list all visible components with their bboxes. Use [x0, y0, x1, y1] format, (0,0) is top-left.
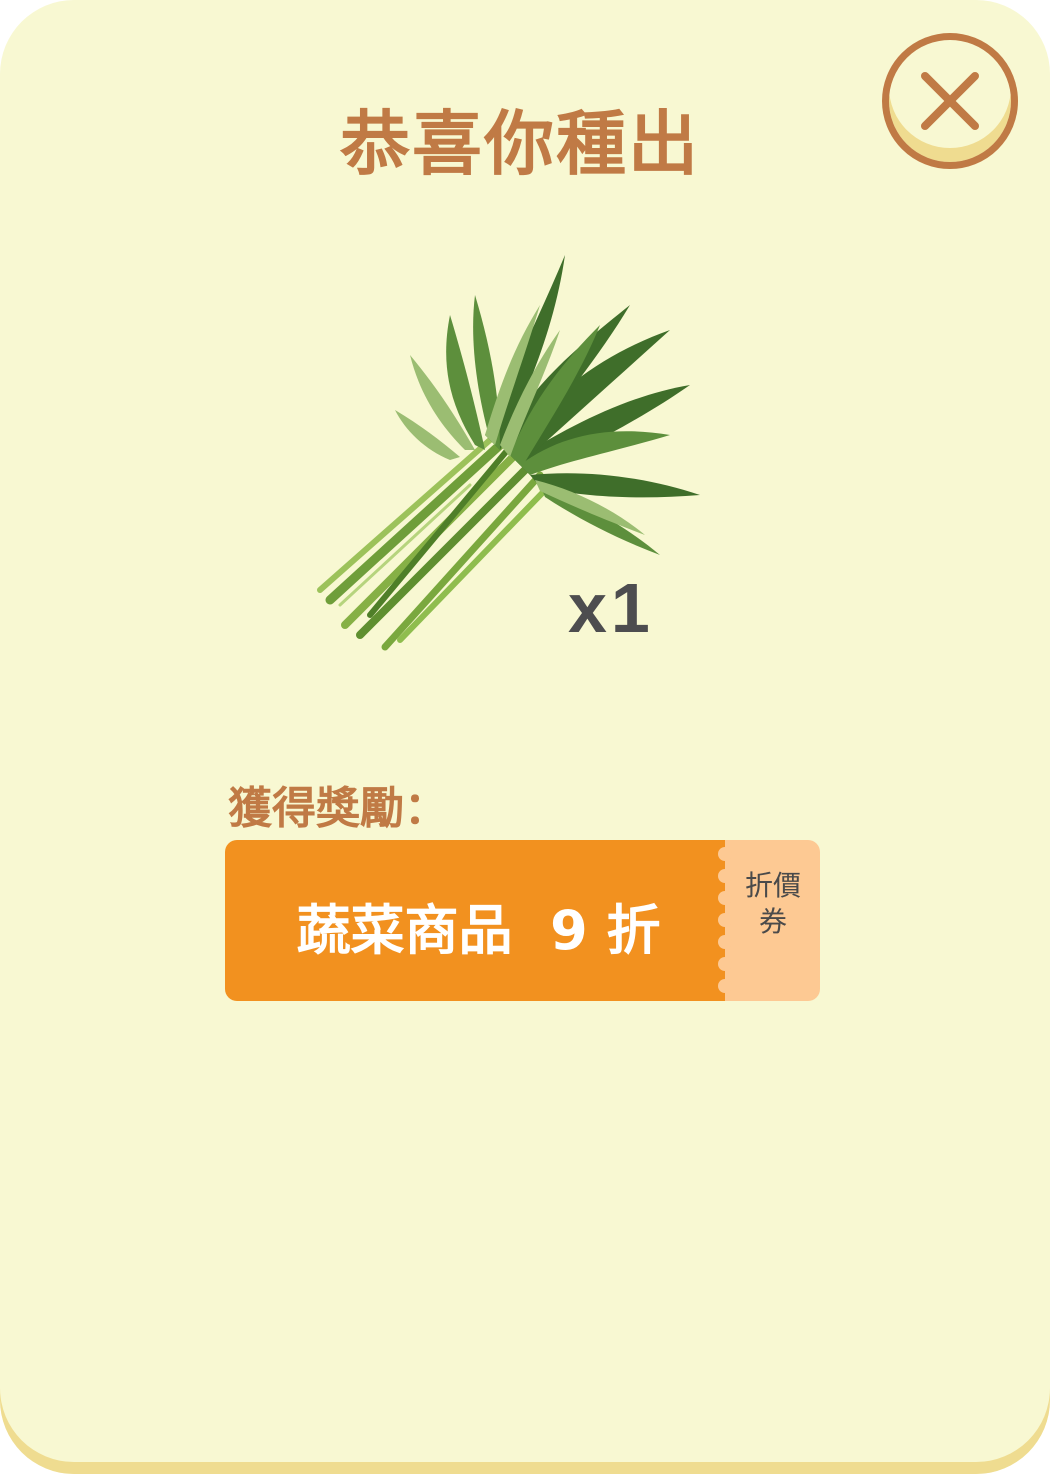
- close-icon: [921, 72, 979, 130]
- coupon-main[interactable]: 蔬菜商品 9 折: [225, 840, 732, 1001]
- close-button[interactable]: [882, 33, 1018, 169]
- coupon-perforation: [717, 840, 732, 1001]
- discount-coupon[interactable]: 蔬菜商品 9 折 折價券: [225, 840, 820, 1001]
- vegetable-bunch-icon: [317, 255, 700, 651]
- coupon-type-label: 折價券: [745, 869, 802, 938]
- reward-label: 獲得獎勵：: [228, 783, 448, 834]
- harvest-quantity: x1: [568, 569, 654, 647]
- reward-dialog: 恭喜你種出 x1 獲得獎勵： 蔬菜商品 9 折 折價券: [0, 0, 1050, 1474]
- coupon-text: 蔬菜商品 9 折: [296, 899, 661, 962]
